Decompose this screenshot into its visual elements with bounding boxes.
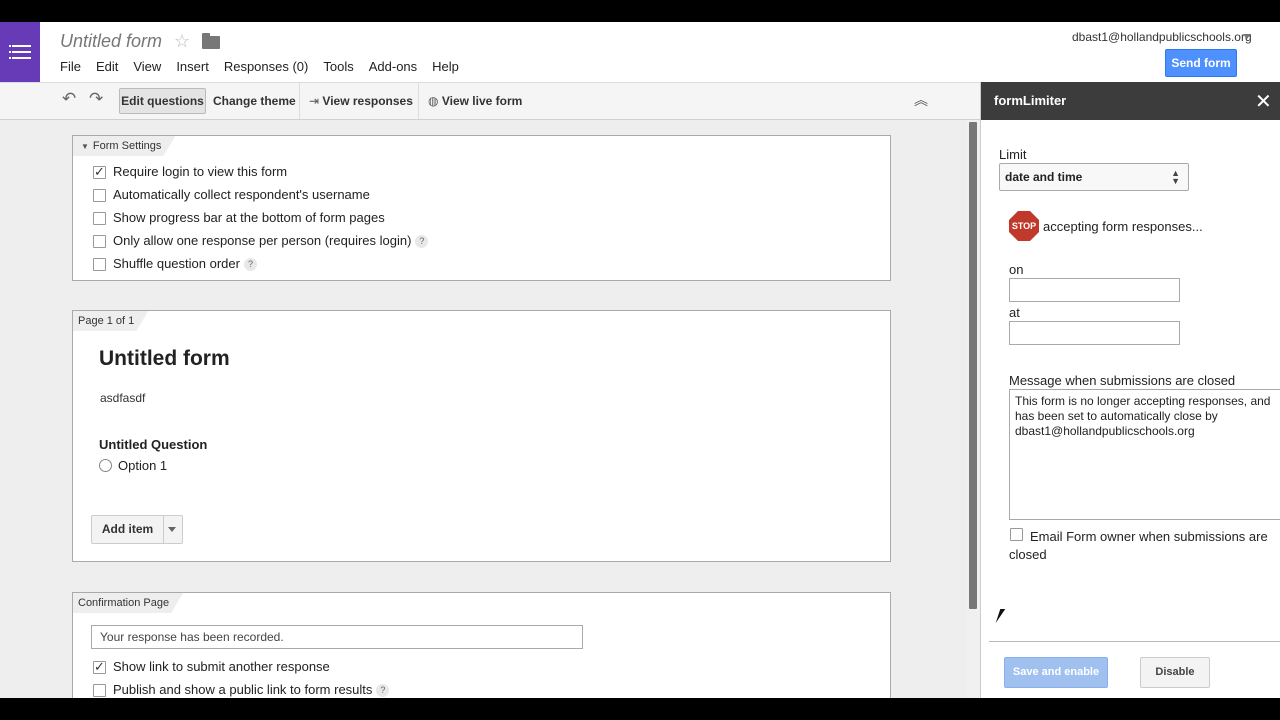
collect-username-checkbox[interactable] <box>93 189 106 202</box>
globe-icon: ◍ <box>428 94 439 108</box>
question-title[interactable]: Untitled Question <box>99 437 207 452</box>
progress-bar-checkbox[interactable] <box>93 212 106 225</box>
menu-responses[interactable]: Responses (0) <box>224 59 309 74</box>
close-icon[interactable]: ✕ <box>1255 89 1272 114</box>
disable-button[interactable]: Disable <box>1140 657 1210 688</box>
public-results-label: Publish and show a public link to form r… <box>113 682 390 697</box>
app-header: Untitled form ☆ File Edit View Insert Re… <box>0 22 1280 82</box>
shuffle-label: Shuffle question order? <box>113 256 257 271</box>
menu-add-ons[interactable]: Add-ons <box>369 59 417 74</box>
sidebar-footer: Save and enable Disable <box>989 641 1280 698</box>
view-responses-button[interactable]: ⇥ View responses <box>305 88 417 114</box>
option-radio[interactable] <box>99 459 112 472</box>
add-item-dropdown-icon[interactable] <box>168 527 176 532</box>
menu-file[interactable]: File <box>60 59 81 74</box>
close-date-input[interactable] <box>1009 278 1180 302</box>
responses-icon: ⇥ <box>309 94 320 108</box>
submit-another-checkbox[interactable] <box>93 659 106 675</box>
sidebar-title: formLimiter <box>994 93 1067 108</box>
help-icon[interactable]: ? <box>376 684 390 697</box>
edit-questions-button[interactable]: Edit questions <box>119 88 206 114</box>
formlimiter-sidebar: formLimiter ✕ Limit date and time ▲ ▼ STO… <box>980 82 1280 698</box>
one-response-label: Only allow one response per person (requ… <box>113 233 429 248</box>
view-live-form-button[interactable]: ◍ View live form <box>424 88 526 114</box>
undo-icon[interactable]: ↶ <box>62 89 76 109</box>
menu-tools[interactable]: Tools <box>323 59 353 74</box>
send-form-button[interactable]: Send form <box>1165 49 1237 77</box>
account-email[interactable]: dbast1@hollandpublicschools.org <box>1072 30 1252 44</box>
form-title[interactable]: Untitled form <box>99 347 230 371</box>
close-time-input[interactable] <box>1009 321 1180 345</box>
page-panel: Page 1 of 1 Untitled form asdfasdf Untit… <box>72 310 891 562</box>
star-icon[interactable]: ☆ <box>174 31 190 52</box>
forms-menu-icon[interactable] <box>0 22 40 82</box>
page-tab: Page 1 of 1 <box>73 311 148 331</box>
form-settings-panel: ▼Form Settings Require login to view thi… <box>72 135 891 281</box>
collect-username-label: Automatically collect respondent's usern… <box>113 187 370 202</box>
stop-sign-icon: STOP <box>1009 211 1039 241</box>
collapse-triangle-icon: ▼ <box>81 142 89 151</box>
add-item-button[interactable]: Add item <box>92 516 164 543</box>
scrollbar-thumb[interactable] <box>969 122 977 609</box>
collapse-header-icon[interactable]: ︽ <box>914 90 928 110</box>
public-results-checkbox[interactable] <box>93 684 106 697</box>
on-label: on <box>1009 262 1024 277</box>
closed-message-label: Message when submissions are closed <box>1009 373 1236 388</box>
editor-toolbar: ↶ ↷ Edit questions Change theme ⇥ View r… <box>0 82 980 120</box>
menu-insert[interactable]: Insert <box>176 59 209 74</box>
form-description[interactable]: asdfasdf <box>100 391 145 405</box>
submit-another-label: Show link to submit another response <box>113 659 330 674</box>
menu-edit[interactable]: Edit <box>96 59 118 74</box>
confirmation-message-input[interactable]: Your response has been recorded. <box>91 625 583 649</box>
closed-message-textarea[interactable]: This form is no longer accepting respons… <box>1009 389 1280 520</box>
require-login-label: Require login to view this form <box>113 164 288 179</box>
limit-select[interactable]: date and time ▲ ▼ <box>999 163 1189 191</box>
select-arrows-icon: ▲ ▼ <box>1171 168 1180 186</box>
menu-bar: File Edit View Insert Responses (0) Tool… <box>60 59 474 74</box>
require-login-checkbox[interactable] <box>93 164 106 180</box>
progress-bar-label: Show progress bar at the bottom of form … <box>113 210 385 225</box>
redo-icon[interactable]: ↷ <box>89 89 103 109</box>
confirmation-panel: Confirmation Page Your response has been… <box>72 592 891 698</box>
document-title[interactable]: Untitled form <box>60 31 162 52</box>
confirmation-tab: Confirmation Page <box>73 593 183 613</box>
add-item-control: Add item <box>91 515 183 544</box>
forms-app: Untitled form ☆ File Edit View Insert Re… <box>0 22 1280 698</box>
editor-scrollbar[interactable] <box>966 120 980 698</box>
option-label: Option 1 <box>118 458 168 473</box>
change-theme-button[interactable]: Change theme <box>209 88 300 114</box>
help-icon[interactable]: ? <box>243 258 257 271</box>
menu-view[interactable]: View <box>133 59 161 74</box>
folder-icon[interactable] <box>202 33 220 49</box>
shuffle-checkbox[interactable] <box>93 258 106 271</box>
account-caret-icon[interactable] <box>1243 34 1251 39</box>
at-label: at <box>1009 305 1020 320</box>
help-icon[interactable]: ? <box>415 235 429 248</box>
one-response-checkbox[interactable] <box>93 235 106 248</box>
form-settings-tab[interactable]: ▼ Form Settings <box>73 136 175 156</box>
form-editor-canvas: ▼Form Settings Require login to view thi… <box>0 120 966 698</box>
stop-message: accepting form responses... <box>1043 219 1203 234</box>
menu-help[interactable]: Help <box>432 59 459 74</box>
sidebar-header: formLimiter ✕ <box>981 82 1280 120</box>
save-and-enable-button[interactable]: Save and enable <box>1004 657 1108 688</box>
limit-label: Limit <box>999 147 1027 162</box>
email-owner-label: Email Form owner when submissions are cl… <box>1009 529 1268 562</box>
